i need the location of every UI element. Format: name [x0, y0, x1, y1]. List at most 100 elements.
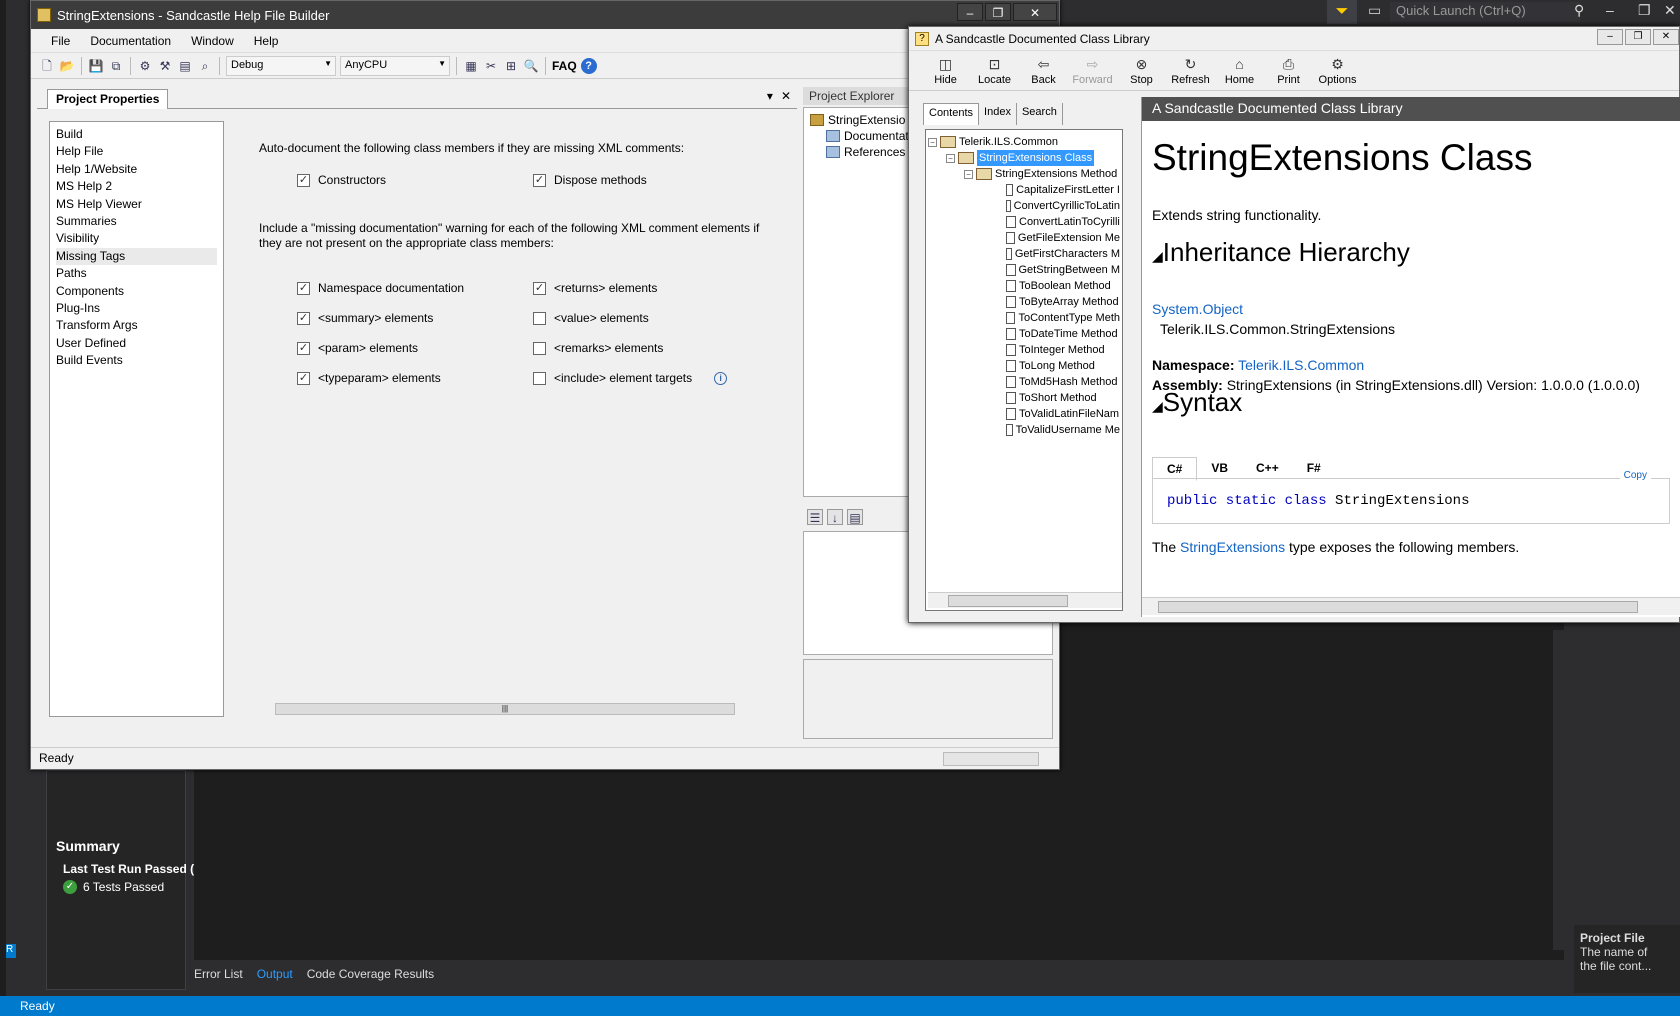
- link-namespace[interactable]: Telerik.ILS.Common: [1238, 357, 1364, 373]
- tree-horizontal-scrollbar[interactable]: [928, 592, 1122, 608]
- build-icon[interactable]: ⚙: [137, 58, 153, 74]
- checkbox-remarks[interactable]: <remarks> elements: [533, 341, 663, 355]
- checkbox-param[interactable]: ✓ <param> elements: [297, 341, 418, 355]
- forward-button[interactable]: ⇨ Forward: [1068, 56, 1117, 86]
- tree-node-methods[interactable]: − StringExtensions Method: [928, 166, 1120, 182]
- tree-node-class[interactable]: − StringExtensions Class: [928, 150, 1120, 166]
- menu-documentation[interactable]: Documentation: [80, 34, 181, 48]
- tab-index[interactable]: Index: [979, 103, 1017, 125]
- checkbox[interactable]: [533, 371, 546, 385]
- help-icon[interactable]: ?: [580, 57, 597, 74]
- close-button[interactable]: ✕: [1653, 29, 1679, 45]
- checkbox-value[interactable]: <value> elements: [533, 311, 649, 325]
- link-string-extensions[interactable]: StringExtensions: [1180, 539, 1285, 555]
- refresh-button[interactable]: ↻ Refresh: [1166, 56, 1215, 86]
- checkbox-summary[interactable]: ✓ <summary> elements: [297, 311, 433, 325]
- view-log-icon[interactable]: ⌕: [197, 58, 213, 74]
- nav-components[interactable]: Components: [56, 283, 217, 300]
- scroll-thumb[interactable]: |||: [275, 703, 735, 715]
- menu-window[interactable]: Window: [181, 34, 244, 48]
- nav-paths[interactable]: Paths: [56, 265, 217, 282]
- close-button[interactable]: ✕: [1013, 3, 1057, 21]
- collapse-icon[interactable]: −: [928, 137, 937, 147]
- find-icon[interactable]: 🔍: [523, 58, 539, 74]
- tab-error-list[interactable]: Error List: [194, 967, 243, 981]
- tree-node-method[interactable]: ConvertLatinToCyrilli: [928, 214, 1120, 230]
- new-icon[interactable]: 🗋: [39, 58, 55, 74]
- stop-button[interactable]: ⊗ Stop: [1117, 56, 1166, 86]
- minimize-button[interactable]: –: [1597, 29, 1623, 45]
- sort-alpha-icon[interactable]: ↓: [827, 509, 843, 525]
- home-button[interactable]: ⌂ Home: [1215, 56, 1264, 86]
- filter-icon[interactable]: ⏷: [1327, 0, 1357, 24]
- clean-icon[interactable]: ⚒: [157, 58, 173, 74]
- checkbox[interactable]: [533, 311, 546, 325]
- tree-node-method[interactable]: ToMd5Hash Method: [928, 374, 1120, 390]
- collapse-icon[interactable]: −: [964, 169, 973, 179]
- tab-search[interactable]: Search: [1017, 103, 1063, 125]
- view-help-icon[interactable]: ▤: [177, 58, 193, 74]
- close-icon[interactable]: ✕: [1664, 2, 1676, 19]
- checkbox[interactable]: ✓: [297, 281, 310, 295]
- platform-select[interactable]: AnyCPU ▼: [340, 55, 450, 76]
- horizontal-scrollbar[interactable]: |||: [261, 701, 791, 717]
- tree-node-method[interactable]: GetFileExtension Me: [928, 230, 1120, 246]
- tab-code-coverage[interactable]: Code Coverage Results: [307, 967, 434, 981]
- checkbox[interactable]: ✓: [297, 311, 310, 325]
- back-button[interactable]: ⇦ Back: [1019, 56, 1068, 86]
- checkbox-include[interactable]: <include> element targets i: [533, 371, 728, 385]
- entity-icon[interactable]: ⊞: [503, 58, 519, 74]
- output-scrollbar[interactable]: [1553, 630, 1567, 950]
- collapse-triangle-icon[interactable]: ◢: [1152, 248, 1163, 264]
- scroll-thumb[interactable]: [948, 595, 1068, 607]
- nav-help-file[interactable]: Help File: [56, 143, 217, 160]
- scroll-thumb[interactable]: [1158, 601, 1638, 613]
- nav-help1-website[interactable]: Help 1/Website: [56, 161, 217, 178]
- tree-node-method[interactable]: ToBoolean Method: [928, 278, 1120, 294]
- calendar-icon[interactable]: ▦: [463, 58, 479, 74]
- nav-ms-help2[interactable]: MS Help 2: [56, 178, 217, 195]
- nav-ms-help-viewer[interactable]: MS Help Viewer: [56, 196, 217, 213]
- help-viewer-title-bar[interactable]: ? A Sandcastle Documented Class Library …: [909, 27, 1679, 51]
- maximize-button[interactable]: ❐: [1625, 29, 1651, 45]
- collapse-triangle-icon[interactable]: ◢: [1152, 398, 1163, 414]
- tree-node-method[interactable]: ToByteArray Method: [928, 294, 1120, 310]
- nav-visibility[interactable]: Visibility: [56, 230, 217, 247]
- nav-build-events[interactable]: Build Events: [56, 352, 217, 369]
- feedback-icon[interactable]: ▭: [1368, 2, 1381, 19]
- copy-link[interactable]: Copy: [1619, 470, 1651, 481]
- inheritance-heading[interactable]: ◢Inheritance Hierarchy: [1152, 237, 1410, 268]
- chevron-down-icon[interactable]: ▾: [767, 89, 773, 103]
- minimize-icon[interactable]: –: [1606, 2, 1614, 18]
- nav-build[interactable]: Build: [56, 126, 217, 143]
- syntax-heading[interactable]: ◢Syntax: [1152, 387, 1242, 418]
- minimize-button[interactable]: –: [957, 3, 983, 21]
- tree-node-method[interactable]: ToShort Method: [928, 390, 1120, 406]
- options-button[interactable]: ⚙ Options: [1313, 56, 1362, 86]
- tree-node-method[interactable]: ToContentType Meth: [928, 310, 1120, 326]
- restore-icon[interactable]: ❐: [1638, 2, 1651, 19]
- collapse-icon[interactable]: −: [946, 153, 955, 163]
- locate-button[interactable]: ⊡ Locate: [970, 56, 1019, 86]
- categorized-icon[interactable]: ☰: [807, 509, 823, 525]
- nav-transform-args[interactable]: Transform Args: [56, 317, 217, 334]
- checkbox-dispose[interactable]: ✓ Dispose methods: [533, 173, 647, 187]
- quick-launch-input[interactable]: Quick Launch (Ctrl+Q): [1390, 2, 1580, 22]
- hide-button[interactable]: ◫ Hide: [921, 56, 970, 86]
- tree-node-method[interactable]: ToDateTime Method: [928, 326, 1120, 342]
- cut-icon[interactable]: ✂: [483, 58, 499, 74]
- open-icon[interactable]: 📂: [59, 58, 75, 74]
- checkbox-typeparam[interactable]: ✓ <typeparam> elements: [297, 371, 441, 385]
- checkbox[interactable]: [533, 341, 546, 355]
- tree-node-method[interactable]: ToValidUsername Me: [928, 422, 1120, 438]
- tree-node-namespace[interactable]: − Telerik.ILS.Common: [928, 134, 1120, 150]
- checkbox[interactable]: ✓: [297, 371, 310, 385]
- tree-node-method[interactable]: ToInteger Method: [928, 342, 1120, 358]
- link-system-object[interactable]: System.Object: [1152, 301, 1243, 317]
- tab-contents[interactable]: Contents: [923, 103, 980, 125]
- print-button[interactable]: ⎙ Print: [1264, 56, 1313, 86]
- info-icon[interactable]: i: [714, 371, 728, 385]
- search-icon[interactable]: ⚲: [1574, 2, 1584, 19]
- tab-project-properties[interactable]: Project Properties: [47, 89, 169, 109]
- checkbox-returns[interactable]: ✓ <returns> elements: [533, 281, 657, 295]
